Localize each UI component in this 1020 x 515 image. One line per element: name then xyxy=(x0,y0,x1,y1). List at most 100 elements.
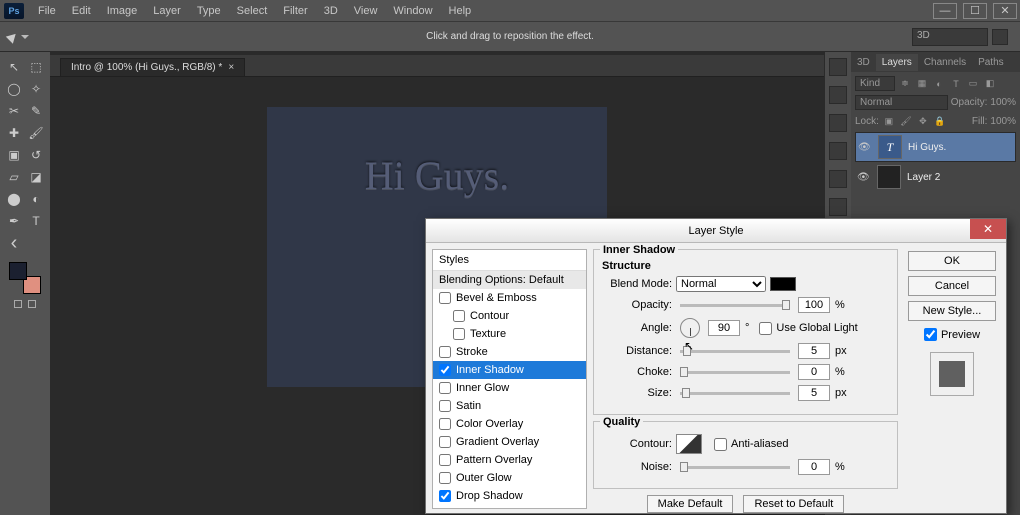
reset-default-button[interactable]: Reset to Default xyxy=(743,495,844,513)
filter-type-icon[interactable]: T xyxy=(949,77,963,91)
menu-filter[interactable]: Filter xyxy=(275,2,315,20)
brush-tool-icon[interactable]: 🖌 xyxy=(27,124,45,142)
distance-input[interactable] xyxy=(798,343,830,359)
panel-icon[interactable] xyxy=(829,86,847,104)
window-maximize-button[interactable]: ☐ xyxy=(963,3,987,19)
blending-options-item[interactable]: Blending Options: Default xyxy=(433,271,586,289)
new-style-button[interactable]: New Style... xyxy=(908,301,996,321)
pen-tool-icon[interactable]: ✒ xyxy=(5,212,23,230)
style-checkbox[interactable] xyxy=(439,382,451,394)
noise-input[interactable] xyxy=(798,459,830,475)
style-item-stroke[interactable]: Stroke xyxy=(433,343,586,361)
lock-all-icon[interactable]: 🔒 xyxy=(933,114,947,128)
opacity-input[interactable] xyxy=(798,297,830,313)
preview-checkbox[interactable] xyxy=(924,328,937,341)
path-tool-icon[interactable]: ‹ xyxy=(5,234,23,252)
style-item-pattern-overlay[interactable]: Pattern Overlay xyxy=(433,451,586,469)
panel-icon[interactable] xyxy=(829,114,847,132)
distance-slider[interactable] xyxy=(680,350,790,353)
styles-header[interactable]: Styles xyxy=(433,250,586,271)
style-item-satin[interactable]: Satin xyxy=(433,397,586,415)
heal-tool-icon[interactable]: ✚ xyxy=(5,124,23,142)
style-item-drop-shadow[interactable]: Drop Shadow xyxy=(433,487,586,505)
dodge-tool-icon[interactable]: ◐ xyxy=(27,190,45,208)
text-tool-icon[interactable]: T xyxy=(27,212,45,230)
style-item-color-overlay[interactable]: Color Overlay xyxy=(433,415,586,433)
lasso-tool-icon[interactable]: ◯ xyxy=(5,80,23,98)
style-checkbox[interactable] xyxy=(439,436,451,448)
dialog-titlebar[interactable]: Layer Style ✕ xyxy=(426,219,1006,243)
style-checkbox[interactable] xyxy=(439,364,451,376)
window-minimize-button[interactable]: — xyxy=(933,3,957,19)
window-close-button[interactable]: ✕ xyxy=(993,3,1017,19)
menu-type[interactable]: Type xyxy=(189,2,229,20)
style-item-texture[interactable]: Texture xyxy=(433,325,586,343)
noise-slider[interactable] xyxy=(680,466,790,469)
filter-pixel-icon[interactable]: ▦ xyxy=(915,77,929,91)
marquee-tool-icon[interactable]: ⬚ xyxy=(27,58,45,76)
style-checkbox[interactable] xyxy=(453,310,465,322)
antialiased-checkbox[interactable] xyxy=(714,438,727,451)
eyedrop-tool-icon[interactable]: ✎ xyxy=(27,102,45,120)
layer-kind-select[interactable]: Kind xyxy=(855,76,895,91)
panel-icon[interactable] xyxy=(829,198,847,216)
eye-icon[interactable]: 👁 xyxy=(858,142,872,153)
panel-icon[interactable] xyxy=(829,170,847,188)
eye-icon[interactable]: 👁 xyxy=(857,172,871,183)
filter-smart-icon[interactable]: ◧ xyxy=(983,77,997,91)
style-item-outer-glow[interactable]: Outer Glow xyxy=(433,469,586,487)
menu-layer[interactable]: Layer xyxy=(145,2,189,20)
dialog-close-button[interactable]: ✕ xyxy=(970,219,1006,239)
opacity-slider[interactable] xyxy=(680,304,790,307)
style-checkbox[interactable] xyxy=(453,328,465,340)
style-item-inner-shadow[interactable]: Inner Shadow xyxy=(433,361,586,379)
history-tool-icon[interactable]: ↺ xyxy=(27,146,45,164)
lock-pixels-icon[interactable]: 🖌 xyxy=(899,114,913,128)
blend-mode-select[interactable]: Normal xyxy=(855,95,948,110)
menu-select[interactable]: Select xyxy=(229,2,276,20)
lock-transparent-icon[interactable]: ▣ xyxy=(882,114,896,128)
menu-help[interactable]: Help xyxy=(441,2,480,20)
tab-paths[interactable]: Paths xyxy=(972,54,1010,71)
shadow-color-swatch[interactable] xyxy=(770,277,796,291)
size-slider[interactable] xyxy=(680,392,790,395)
document-tab[interactable]: Intro @ 100% (Hi Guys., RGB/8) * × xyxy=(60,58,245,76)
use-global-light-checkbox[interactable] xyxy=(759,322,772,335)
eraser-tool-icon[interactable]: ▱ xyxy=(5,168,23,186)
filter-all-icon[interactable]: ≑ xyxy=(898,77,912,91)
stamp-tool-icon[interactable]: ▣ xyxy=(5,146,23,164)
tab-3d[interactable]: 3D xyxy=(851,54,876,71)
move-tool-icon[interactable]: ↖ xyxy=(5,58,23,76)
quickmask-icon[interactable] xyxy=(14,300,22,308)
layer-item[interactable]: 👁 Layer 2 xyxy=(855,162,1016,192)
style-checkbox[interactable] xyxy=(439,346,451,358)
contour-picker[interactable] xyxy=(676,434,702,454)
angle-control[interactable] xyxy=(680,318,700,338)
foreground-color-swatch[interactable] xyxy=(9,262,27,280)
tab-channels[interactable]: Channels xyxy=(918,54,972,71)
style-item-contour[interactable]: Contour xyxy=(433,307,586,325)
style-item-gradient-overlay[interactable]: Gradient Overlay xyxy=(433,433,586,451)
filter-shape-icon[interactable]: ▭ xyxy=(966,77,980,91)
ok-button[interactable]: OK xyxy=(908,251,996,271)
tab-layers[interactable]: Layers xyxy=(876,54,918,71)
layer-item[interactable]: 👁 T Hi Guys. xyxy=(855,132,1016,162)
panel-icon[interactable] xyxy=(829,142,847,160)
angle-input[interactable] xyxy=(708,320,740,336)
menu-window[interactable]: Window xyxy=(385,2,440,20)
menu-3d[interactable]: 3D xyxy=(316,2,346,20)
crop-tool-icon[interactable]: ✂ xyxy=(5,102,23,120)
make-default-button[interactable]: Make Default xyxy=(647,495,734,513)
menu-edit[interactable]: Edit xyxy=(64,2,99,20)
style-checkbox[interactable] xyxy=(439,472,451,484)
style-item-inner-glow[interactable]: Inner Glow xyxy=(433,379,586,397)
panel-icon[interactable] xyxy=(829,58,847,76)
style-checkbox[interactable] xyxy=(439,400,451,412)
opacity-value[interactable]: 100% xyxy=(990,97,1016,108)
lock-position-icon[interactable]: ✥ xyxy=(916,114,930,128)
blend-mode-select[interactable]: Normal xyxy=(676,276,766,292)
menu-image[interactable]: Image xyxy=(99,2,146,20)
style-checkbox[interactable] xyxy=(439,454,451,466)
style-item-bevel-emboss[interactable]: Bevel & Emboss xyxy=(433,289,586,307)
style-checkbox[interactable] xyxy=(439,490,451,502)
